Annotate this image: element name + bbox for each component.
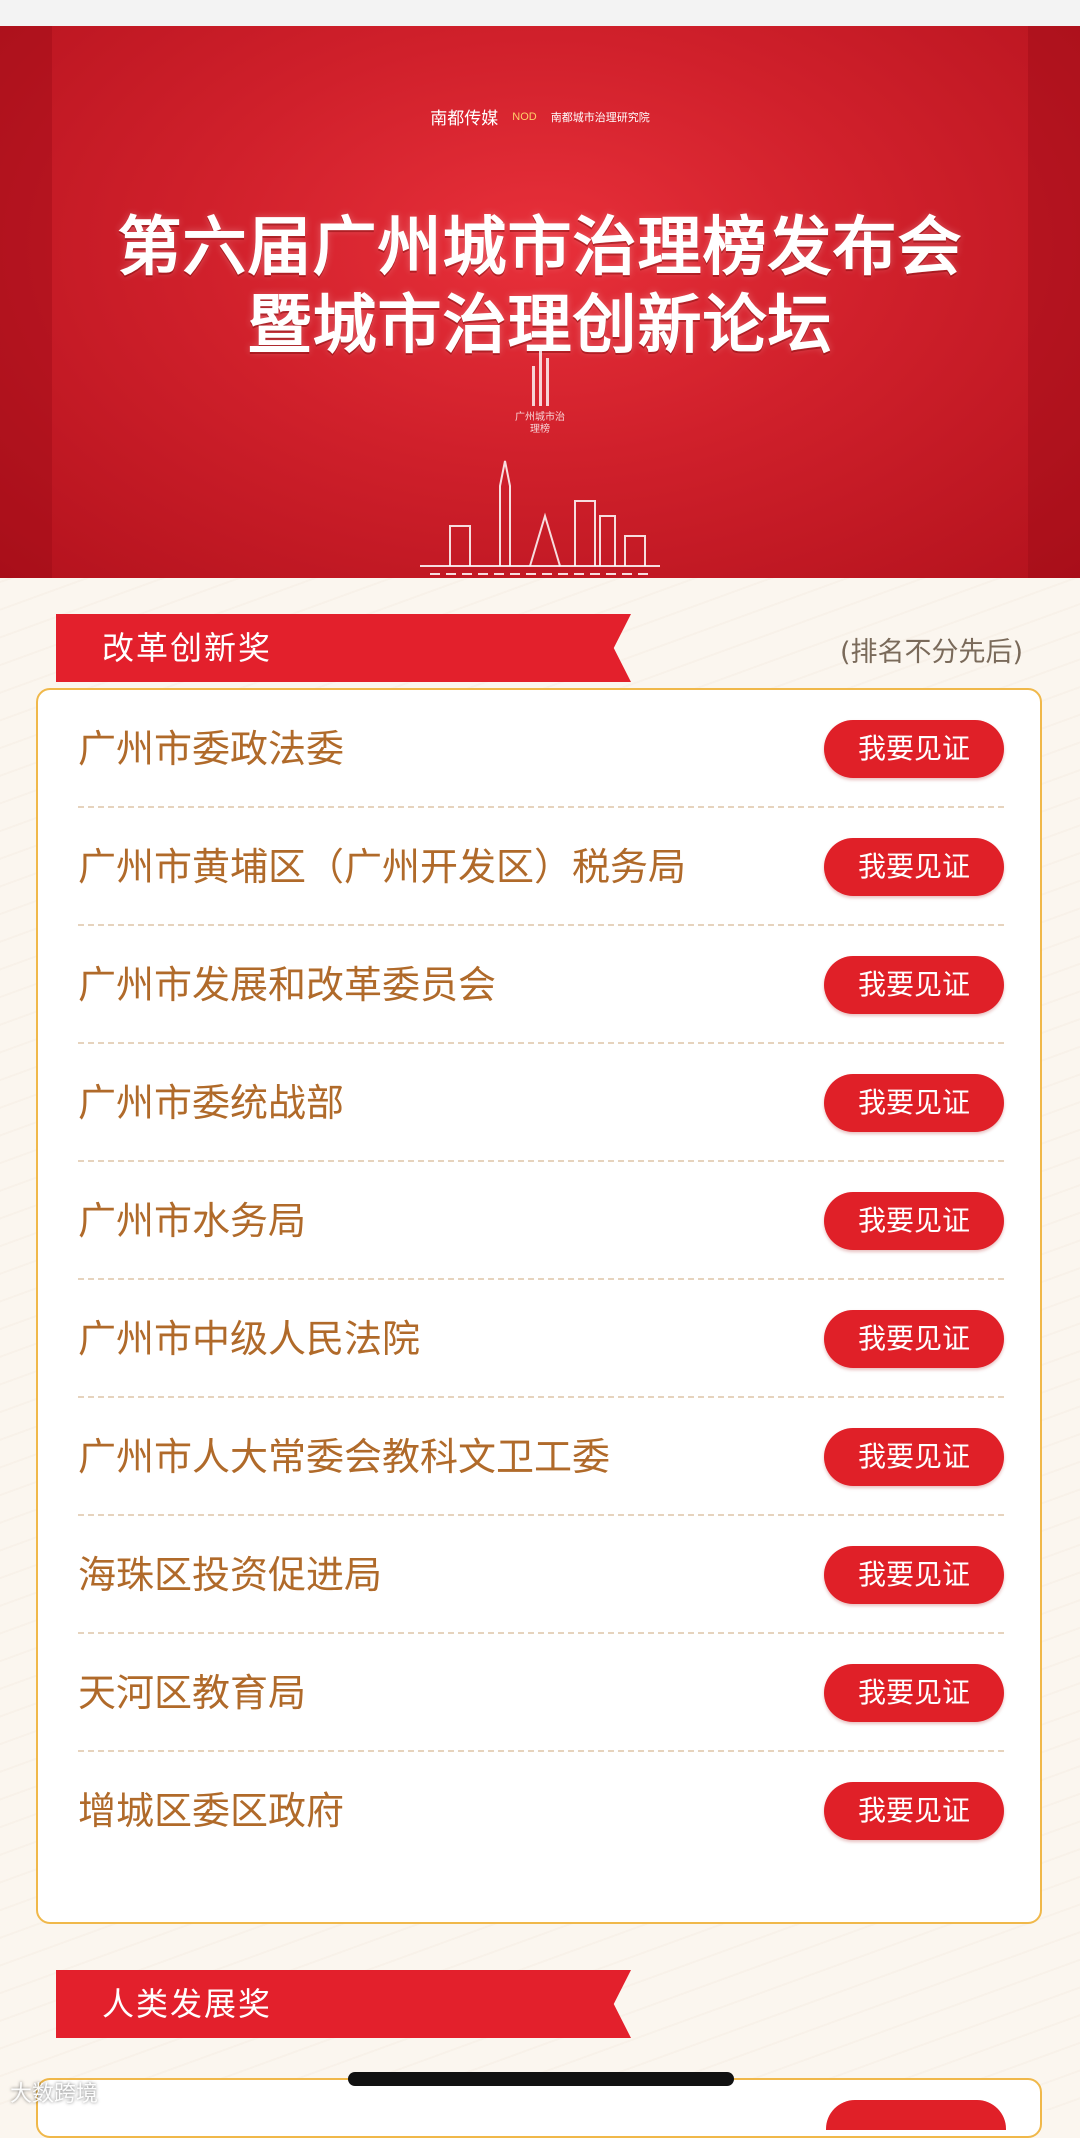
section-title: 改革创新奖 — [102, 629, 273, 667]
winner-name: 海珠区投资促进局 — [78, 1553, 383, 1597]
witness-button-partial[interactable] — [826, 2100, 1006, 2130]
ranking-note: (排名不分先后) — [840, 637, 1024, 668]
witness-button[interactable]: 我要见证 — [824, 1546, 1004, 1604]
list-item: 广州市中级人民法院 我要见证 — [78, 1280, 1004, 1398]
section-header-reform: 改革创新奖 — [56, 614, 631, 682]
list-item: 广州市黄埔区（广州开发区）税务局 我要见证 — [78, 808, 1004, 926]
list-item: 广州市水务局 我要见证 — [78, 1162, 1004, 1280]
city-skyline-icon — [420, 460, 660, 575]
winner-name: 广州市黄埔区（广州开发区）税务局 — [78, 845, 687, 889]
winner-name: 广州市水务局 — [78, 1199, 307, 1243]
home-indicator[interactable] — [348, 2072, 734, 2086]
list-item: 海珠区投资促进局 我要见证 — [78, 1516, 1004, 1634]
sponsor-logos: 南都传媒 NOD 南都城市治理研究院 — [0, 104, 1080, 129]
witness-button[interactable]: 我要见证 — [824, 1192, 1004, 1250]
winner-name: 天河区教育局 — [78, 1671, 307, 1715]
winner-name: 广州市委政法委 — [78, 727, 345, 771]
event-emblem: 广州城市治理榜 — [515, 346, 565, 456]
witness-button[interactable]: 我要见证 — [824, 838, 1004, 896]
list-item: 广州市委政法委 我要见证 — [78, 690, 1004, 808]
witness-button[interactable]: 我要见证 — [824, 1310, 1004, 1368]
section-title: 人类发展奖 — [102, 1985, 273, 2023]
witness-button[interactable]: 我要见证 — [824, 1428, 1004, 1486]
witness-button[interactable]: 我要见证 — [824, 1782, 1004, 1840]
nandu-logo: 南都传媒 — [430, 109, 499, 128]
institute-logo: 南都城市治理研究院 — [550, 111, 650, 124]
list-item: 广州市委统战部 我要见证 — [78, 1044, 1004, 1162]
winner-name: 增城区委区政府 — [78, 1789, 345, 1833]
list-item: 广州市人大常委会教科文卫工委 我要见证 — [78, 1398, 1004, 1516]
winner-name: 广州市人大常委会教科文卫工委 — [78, 1435, 611, 1479]
emblem-icon — [515, 346, 565, 406]
witness-button[interactable]: 我要见证 — [824, 956, 1004, 1014]
emblem-text: 广州城市治理榜 — [515, 412, 565, 435]
winner-name: 广州市委统战部 — [78, 1081, 345, 1125]
list-item: 增城区委区政府 我要见证 — [78, 1752, 1004, 1870]
list-item: 广州市发展和改革委员会 我要见证 — [78, 926, 1004, 1044]
status-bar-strip — [0, 0, 1080, 26]
witness-button[interactable]: 我要见证 — [824, 720, 1004, 778]
watermark: 大数跨境 — [10, 2082, 99, 2107]
list-item: 天河区教育局 我要见证 — [78, 1634, 1004, 1752]
witness-button[interactable]: 我要见证 — [824, 1664, 1004, 1722]
award-list-card: 广州市委政法委 我要见证 广州市黄埔区（广州开发区）税务局 我要见证 广州市发展… — [36, 688, 1042, 1924]
event-banner: 南都传媒 NOD 南都城市治理研究院 第六届广州城市治理榜发布会 暨城市治理创新… — [0, 26, 1080, 578]
nandu-logo-sub: NOD — [512, 110, 537, 123]
section-header-human-development: 人类发展奖 — [56, 1970, 631, 2038]
winner-name: 广州市中级人民法院 — [78, 1317, 421, 1361]
winner-name: 广州市发展和改革委员会 — [78, 963, 497, 1007]
witness-button[interactable]: 我要见证 — [824, 1074, 1004, 1132]
